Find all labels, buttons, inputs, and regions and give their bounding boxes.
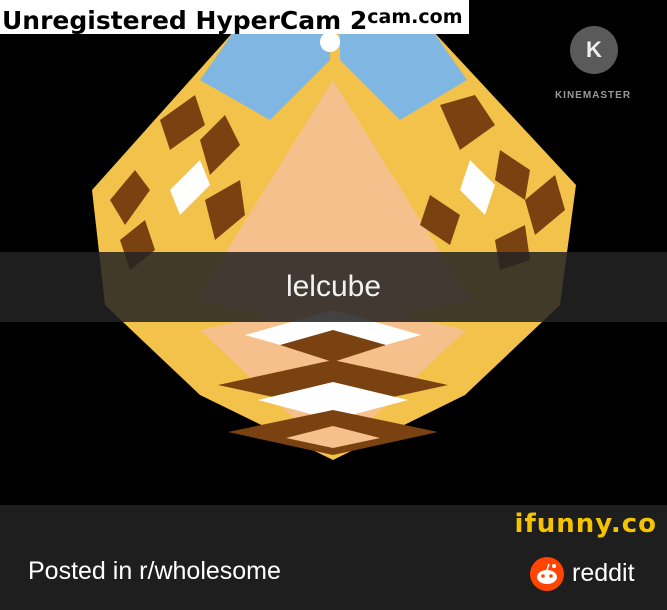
kinemaster-label: KINEMASTER [554, 90, 632, 101]
top-ornament [320, 32, 340, 52]
posted-in-label: Posted in r/wholesome [28, 557, 281, 585]
reddit-icon [530, 557, 564, 591]
footer-bar: ifunny.co Posted in r/wholesome reddit [0, 505, 667, 610]
reddit-label: reddit [572, 559, 635, 587]
ifunny-watermark: ifunny.co [514, 509, 657, 539]
caption-text: lelcube [285, 270, 382, 303]
hypercam-suffix: cam.com [367, 6, 463, 28]
kinemaster-letter: K [586, 37, 602, 62]
kinemaster-logo-icon: K [570, 26, 618, 74]
hypercam-watermark: Unregistered HyperCam 2cam.com [0, 0, 469, 35]
hypercam-main: Unregistered HyperCam 2 [2, 6, 368, 35]
